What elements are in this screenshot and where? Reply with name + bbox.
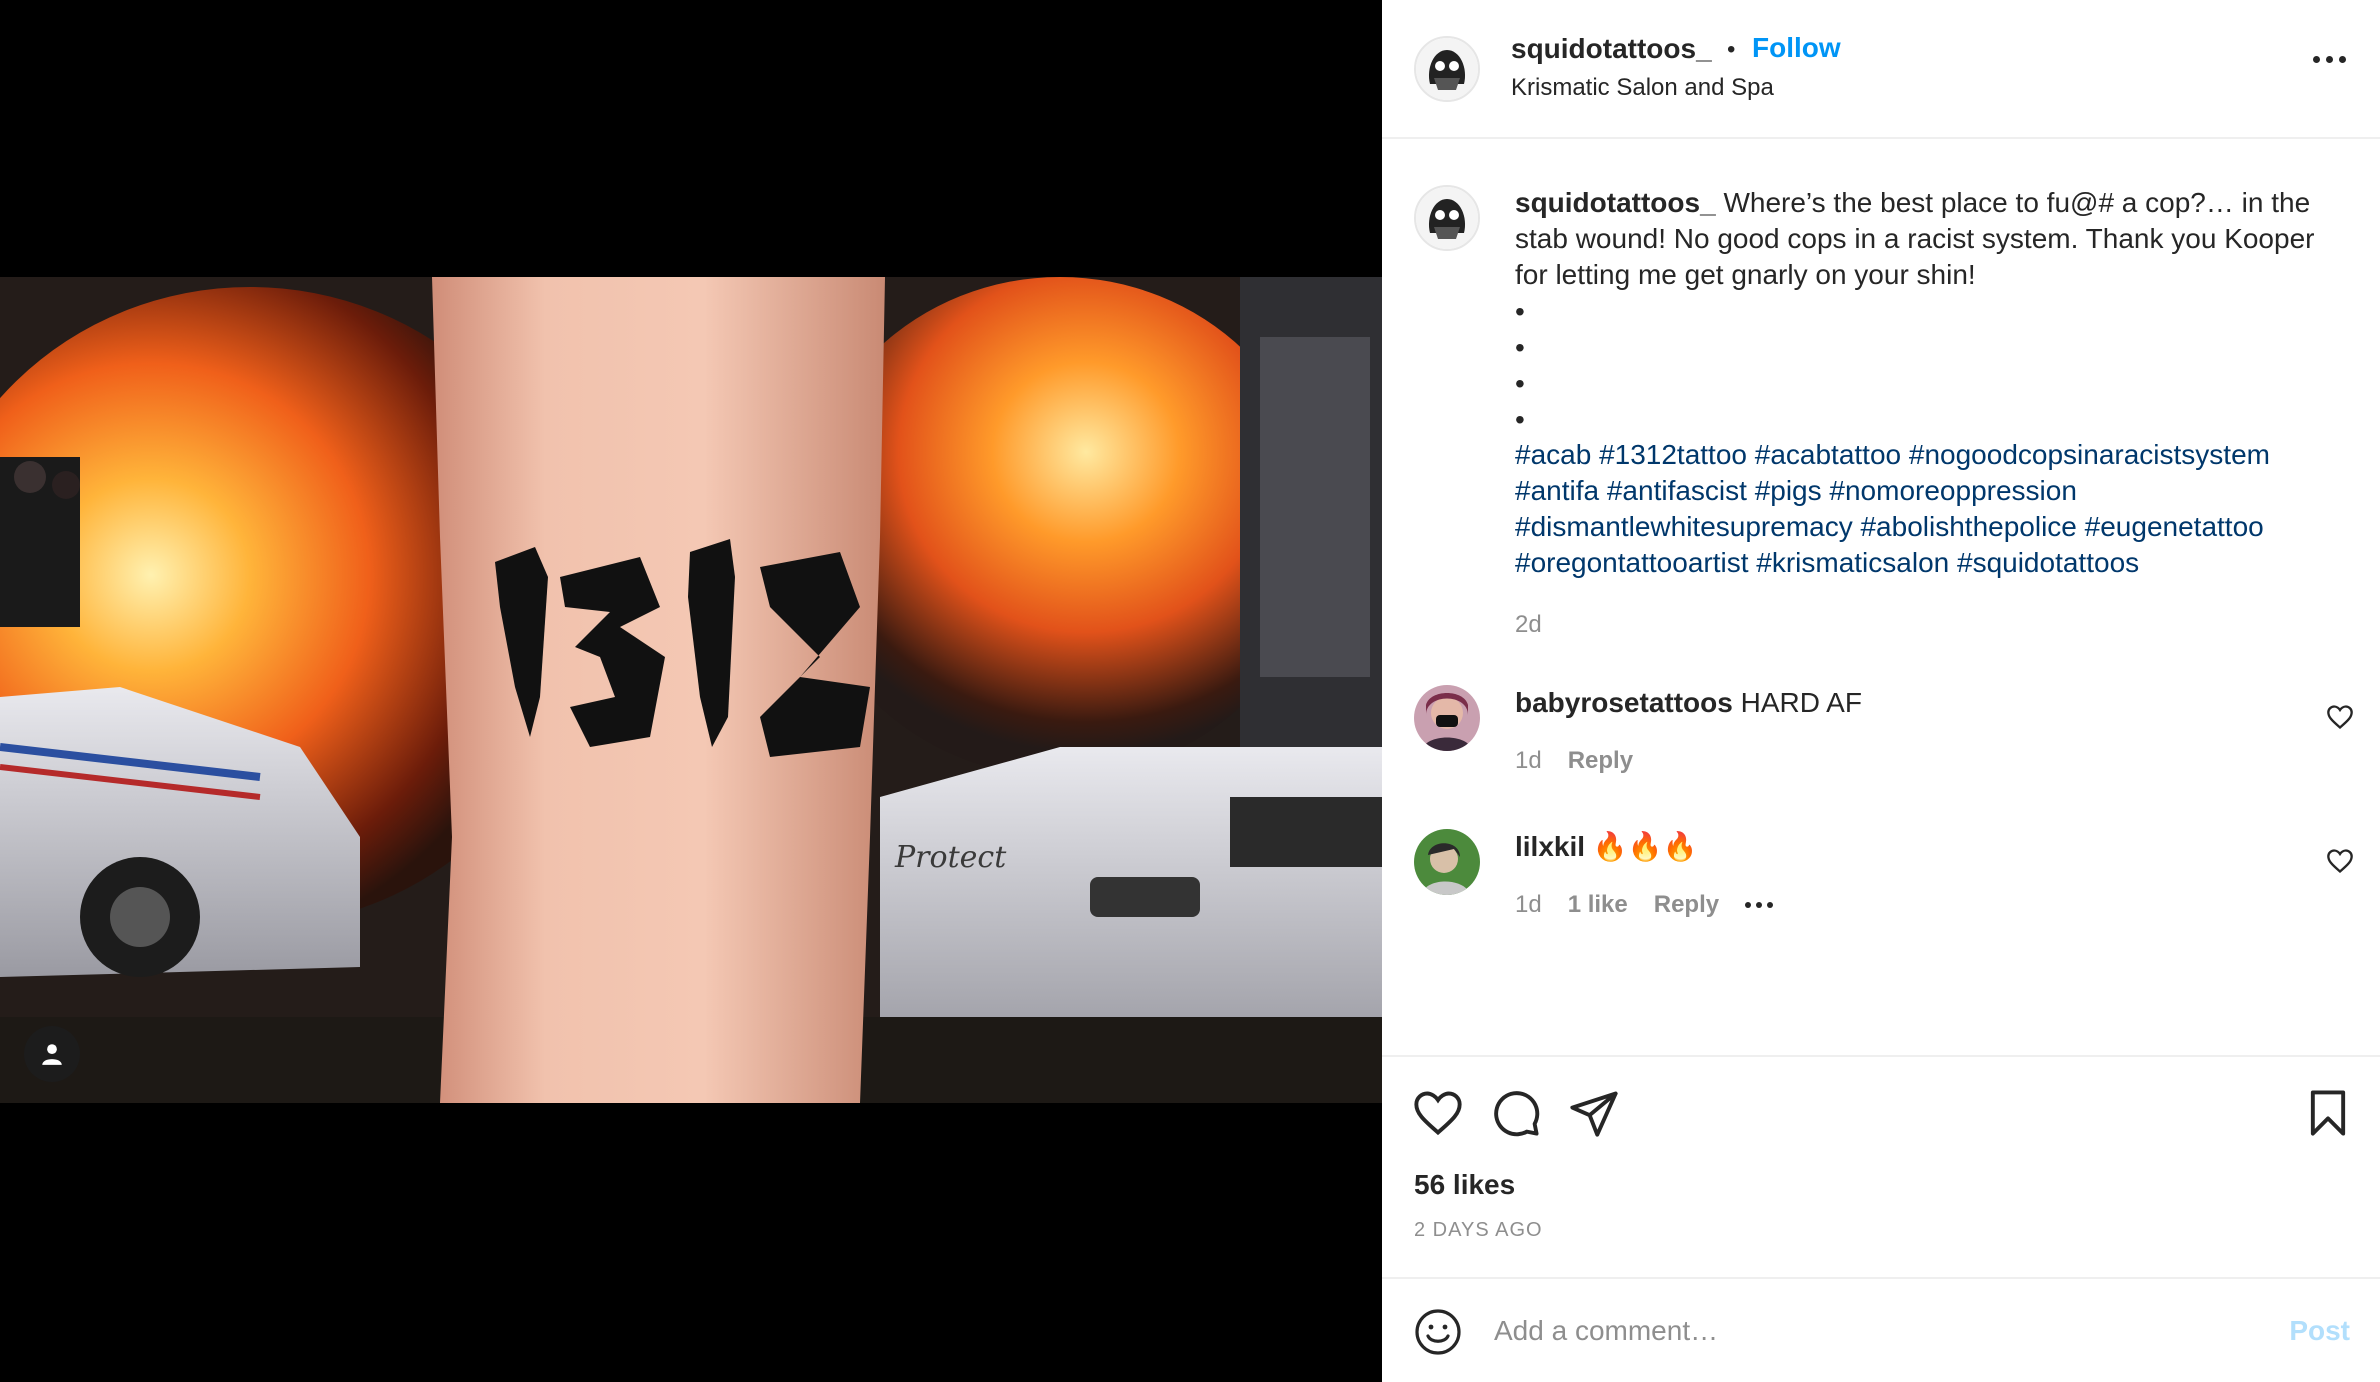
post-location[interactable]: Krismatic Salon and Spa <box>1511 74 1774 102</box>
caption-hashtags[interactable]: #acab #1312tattoo #acabtattoo #nogoodcop… <box>1515 437 2355 581</box>
comment-timestamp: 1d <box>1515 747 1542 774</box>
comment-item: babyrosetattoos HARD AF 1d Reply <box>1382 685 2380 805</box>
comment-meta: 1d Reply <box>1515 747 1633 775</box>
comment-meta: 1d 1 like Reply <box>1515 891 1774 919</box>
comment-text: 🔥🔥🔥 <box>1585 831 1698 862</box>
caption-bullet: • <box>1515 332 1525 363</box>
comment-body: babyrosetattoos HARD AF <box>1515 685 1862 721</box>
caption-bullet: • <box>1515 368 1525 399</box>
post-photo[interactable]: Protect <box>0 277 1382 1103</box>
like-comment-icon[interactable] <box>2326 847 2354 875</box>
owner-avatar[interactable] <box>1414 36 1480 102</box>
likes-count[interactable]: 56 likes <box>1414 1169 1515 1201</box>
comment-item: lilxkil 🔥🔥🔥 1d 1 like Reply <box>1382 829 2380 949</box>
follow-button[interactable]: Follow <box>1752 32 1841 64</box>
comment-more-icon[interactable] <box>1745 902 1774 908</box>
emoji-icon[interactable] <box>1414 1308 1462 1356</box>
comments-section[interactable]: squidotattoos_ Where’s the best place to… <box>1382 141 2380 1055</box>
comment-text: HARD AF <box>1732 687 1862 718</box>
post-date: 2 DAYS AGO <box>1414 1219 1543 1241</box>
post-caption: squidotattoos_ Where’s the best place to… <box>1515 185 2345 293</box>
post-image: Protect <box>0 277 1382 1103</box>
comment-likes[interactable]: 1 like <box>1568 891 1628 919</box>
share-icon[interactable] <box>1568 1087 1620 1139</box>
post-media: Protect <box>0 0 1382 1382</box>
caption-bullet: • <box>1515 404 1525 435</box>
caption-username[interactable]: squidotattoos_ <box>1515 187 1716 218</box>
heart-icon[interactable] <box>1412 1087 1464 1139</box>
post-header: squidotattoos_ • Follow Krismatic Salon … <box>1382 0 2380 139</box>
caption-bullet: • <box>1515 296 1525 327</box>
svg-text:Protect: Protect <box>894 840 1007 875</box>
more-icon <box>2313 56 2346 63</box>
post-actions: 56 likes 2 DAYS AGO <box>1382 1055 2380 1277</box>
user-tag-button[interactable] <box>24 1026 80 1082</box>
caption-timestamp: 2d <box>1515 611 1542 638</box>
commenter-avatar[interactable] <box>1414 829 1480 895</box>
comment-timestamp: 1d <box>1515 891 1542 918</box>
comment-username[interactable]: babyrosetattoos <box>1515 687 1733 718</box>
header-separator: • <box>1727 36 1736 63</box>
add-comment-bar: Post <box>1382 1277 2380 1382</box>
commenter-avatar[interactable] <box>1414 685 1480 751</box>
post-comment-button[interactable]: Post <box>2289 1315 2350 1347</box>
bookmark-icon[interactable] <box>2302 1087 2354 1139</box>
caption-bullets: • • • • <box>1515 294 1525 438</box>
more-options-button[interactable] <box>2313 56 2346 63</box>
reply-button[interactable]: Reply <box>1568 747 1633 775</box>
post-sidebar: squidotattoos_ • Follow Krismatic Salon … <box>1382 0 2380 1382</box>
reply-button[interactable]: Reply <box>1654 891 1719 919</box>
owner-username[interactable]: squidotattoos_ <box>1511 33 1712 65</box>
user-tag-icon <box>42 1044 62 1065</box>
caption-avatar[interactable] <box>1414 185 1480 251</box>
comment-body: lilxkil 🔥🔥🔥 <box>1515 829 1697 865</box>
comment-username[interactable]: lilxkil <box>1515 831 1585 862</box>
comment-input[interactable] <box>1494 1301 2194 1361</box>
like-comment-icon[interactable] <box>2326 703 2354 731</box>
comment-icon[interactable] <box>1490 1087 1542 1139</box>
